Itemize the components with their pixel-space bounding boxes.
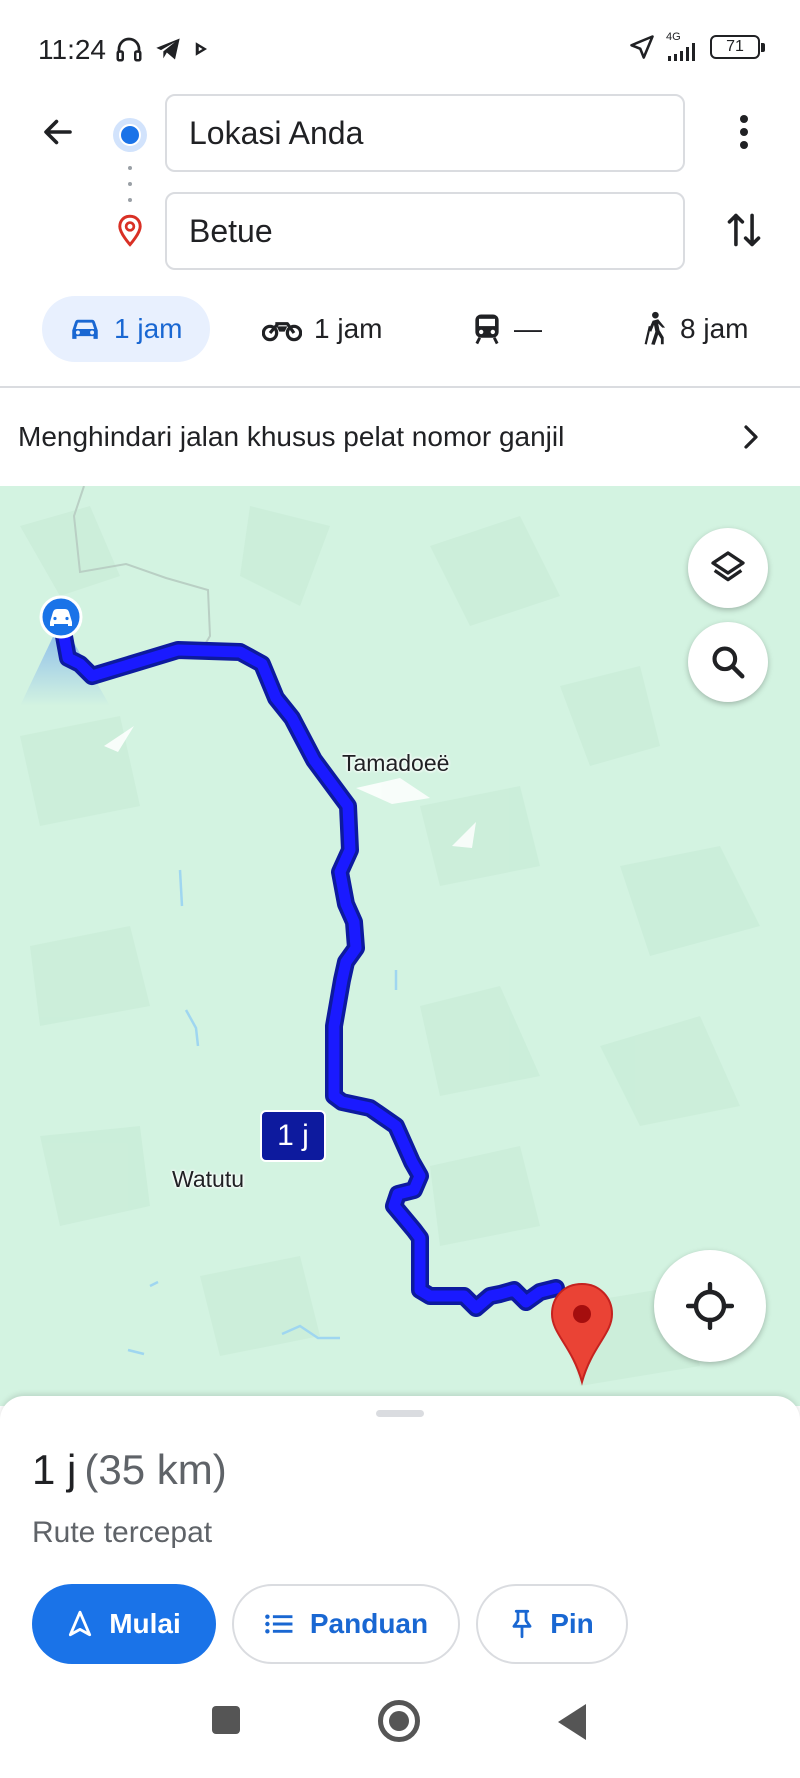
steps-button-label: Panduan [309, 1608, 429, 1639]
network-indicator: 4G [666, 32, 700, 61]
telegram-icon [156, 38, 180, 60]
tab-motorcycle-label: 1 jam [314, 313, 383, 344]
map-label-tamadoee: Tamadoeë [342, 750, 450, 776]
more-options-button[interactable] [720, 108, 768, 156]
map-label-watutu: Watutu [172, 1166, 245, 1192]
walk-icon [644, 311, 666, 345]
motorcycle-icon [262, 322, 302, 342]
steps-button[interactable]: Panduan [232, 1584, 460, 1664]
start-button[interactable]: Mulai [32, 1584, 216, 1664]
route-duration-tag[interactable]: 1 j [260, 1110, 326, 1162]
location-arrow-icon [630, 34, 654, 59]
sheet-drag-handle[interactable] [376, 1410, 424, 1417]
trip-distance: (35 km) [84, 1446, 227, 1493]
terrain-shading [20, 506, 760, 1386]
battery-level: 71 [726, 37, 744, 55]
status-right-icons: 4G 71 [628, 32, 765, 61]
trip-summary: 1 j (35 km) [32, 1446, 227, 1494]
car-icon [72, 319, 98, 339]
tab-motorcycle[interactable]: 1 jam [262, 296, 382, 362]
pin-button-label: Pin [550, 1608, 594, 1639]
tab-transit-label: — [514, 313, 542, 344]
travel-mode-tabs: 1 jam 1 jam — 8 jam [0, 296, 800, 362]
my-location-button[interactable] [654, 1250, 766, 1362]
route-notice[interactable]: Menghindari jalan khusus pelat nomor gan… [0, 388, 800, 486]
map-search-button[interactable] [688, 622, 768, 702]
headphones-icon [116, 37, 142, 62]
tab-car[interactable]: 1 jam [42, 296, 211, 362]
home-button[interactable] [378, 1700, 420, 1742]
system-nav-bar [0, 1686, 800, 1778]
recent-apps-button[interactable] [212, 1706, 240, 1734]
crosshair-icon [686, 1282, 734, 1330]
tab-walk-label: 8 jam [680, 313, 749, 344]
origin-car-marker [39, 595, 83, 639]
arrow-back-icon [44, 119, 72, 145]
layers-button[interactable] [688, 528, 768, 608]
route-description: Rute tercepat [32, 1516, 213, 1549]
pin-button[interactable]: Pin [476, 1584, 628, 1664]
route-dots-icon [128, 166, 132, 202]
trip-duration: 1 j [32, 1446, 77, 1493]
transit-icon [475, 314, 499, 345]
status-bar: 11:24 4G 71 [0, 0, 800, 90]
list-icon [265, 1614, 293, 1634]
status-time: 11:24 [38, 34, 106, 65]
origin-dot-icon [113, 118, 147, 152]
more-vert-icon [740, 115, 748, 149]
tab-car-label: 1 jam [114, 313, 183, 344]
tab-transit[interactable]: — [472, 296, 542, 362]
terrain-highlights [104, 726, 476, 848]
battery-icon: 71 [710, 34, 765, 59]
pushpin-icon [512, 1609, 532, 1639]
start-button-label: Mulai [109, 1608, 181, 1639]
tab-walk[interactable]: 8 jam [640, 296, 748, 362]
back-button[interactable] [34, 108, 82, 156]
route-notice-text: Menghindari jalan khusus pelat nomor gan… [18, 421, 565, 452]
swap-vert-icon [727, 213, 761, 247]
network-label: 4G [666, 31, 681, 43]
search-icon [712, 646, 745, 679]
signal-icon [668, 43, 695, 61]
map-view[interactable]: Tamadoeë Watutu 1 j [0, 486, 800, 1406]
chevron-right-icon [744, 425, 758, 449]
destination-pin-icon [116, 214, 144, 253]
origin-field[interactable]: Lokasi Anda [165, 94, 685, 172]
play-icon [195, 42, 207, 56]
status-left-icons [114, 34, 210, 64]
destination-field[interactable]: Betue [165, 192, 685, 270]
system-back-button[interactable] [558, 1704, 586, 1740]
swap-button[interactable] [720, 206, 768, 254]
layers-icon [711, 551, 745, 582]
navigation-arrow-icon [69, 1610, 92, 1637]
